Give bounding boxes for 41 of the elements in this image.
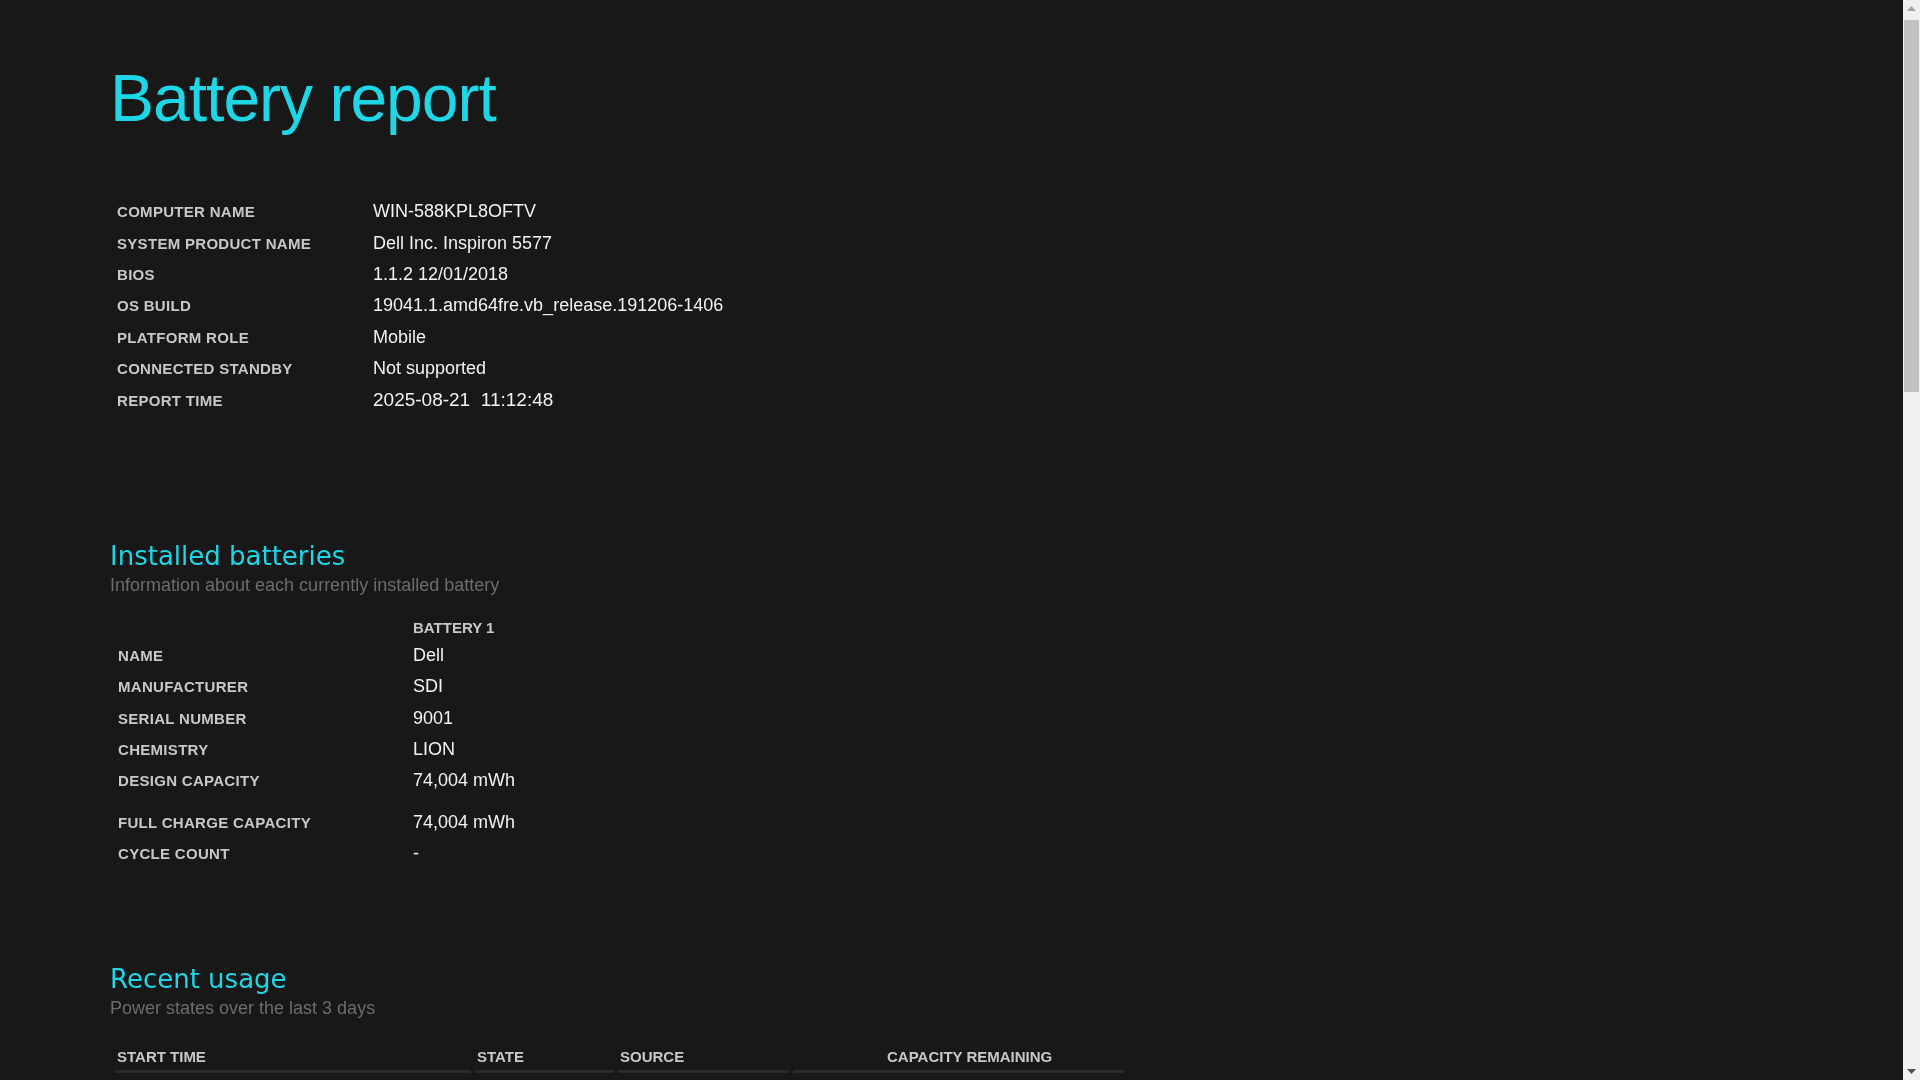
battery-label: NAME [118, 646, 164, 664]
info-label: COMPUTER NAME [117, 203, 256, 221]
battery-label: CHEMISTRY [118, 741, 209, 759]
scrollbar-thumb[interactable] [1904, 20, 1919, 392]
column-header: STATE [475, 1042, 614, 1074]
battery-value: 74,004 mWh [413, 811, 516, 832]
section-subtitle: Power states over the last 3 days [110, 997, 377, 1021]
info-value: 1.1.2 12/01/2018 [373, 263, 509, 284]
info-value: Not supported [373, 358, 487, 379]
info-value: Dell Inc. Inspiron 5577 [373, 232, 553, 253]
section-heading: Installed batteries [110, 539, 347, 573]
column-header: BATTERY 1 [413, 618, 495, 636]
battery-label: FULL CHARGE CAPACITY [118, 813, 311, 831]
battery-value: SDI [413, 676, 443, 697]
battery-value: - [413, 843, 419, 864]
page-title: Battery report [110, 60, 498, 137]
battery-value: Dell [413, 644, 444, 665]
section-heading: Recent usage [110, 963, 288, 997]
info-value: 19041.1.amd64fre.vb_release.191206-1406 [373, 295, 724, 316]
info-label: CONNECTED STANDBY [117, 360, 293, 378]
info-label: REPORT TIME [117, 391, 223, 409]
battery-value: 74,004 mWh [413, 770, 516, 791]
battery-label: SERIAL NUMBER [118, 709, 247, 727]
info-label: OS BUILD [117, 297, 192, 315]
battery-label: DESIGN CAPACITY [118, 772, 260, 790]
section-subtitle: Information about each currently installed battery [110, 573, 501, 597]
column-header: SOURCE [618, 1042, 789, 1074]
column-header: CAPACITY REMAINING [793, 1042, 1124, 1074]
battery-value: LION [413, 739, 455, 760]
info-value: WIN-588KPL8OFTV [373, 201, 537, 222]
scroll-down-icon[interactable] [1907, 1069, 1916, 1074]
info-value: 2025-08-21 11:12:48 [373, 389, 554, 411]
column-header: START TIME [115, 1042, 471, 1074]
info-label: BIOS [117, 265, 155, 283]
battery-value: 9001 [413, 707, 454, 728]
battery-label: CYCLE COUNT [118, 845, 230, 863]
scroll-up-icon[interactable] [1907, 6, 1916, 11]
info-label: PLATFORM ROLE [117, 328, 249, 346]
battery-label: MANUFACTURER [118, 678, 249, 696]
info-label: SYSTEM PRODUCT NAME [117, 234, 312, 252]
info-value: Mobile [373, 326, 427, 347]
